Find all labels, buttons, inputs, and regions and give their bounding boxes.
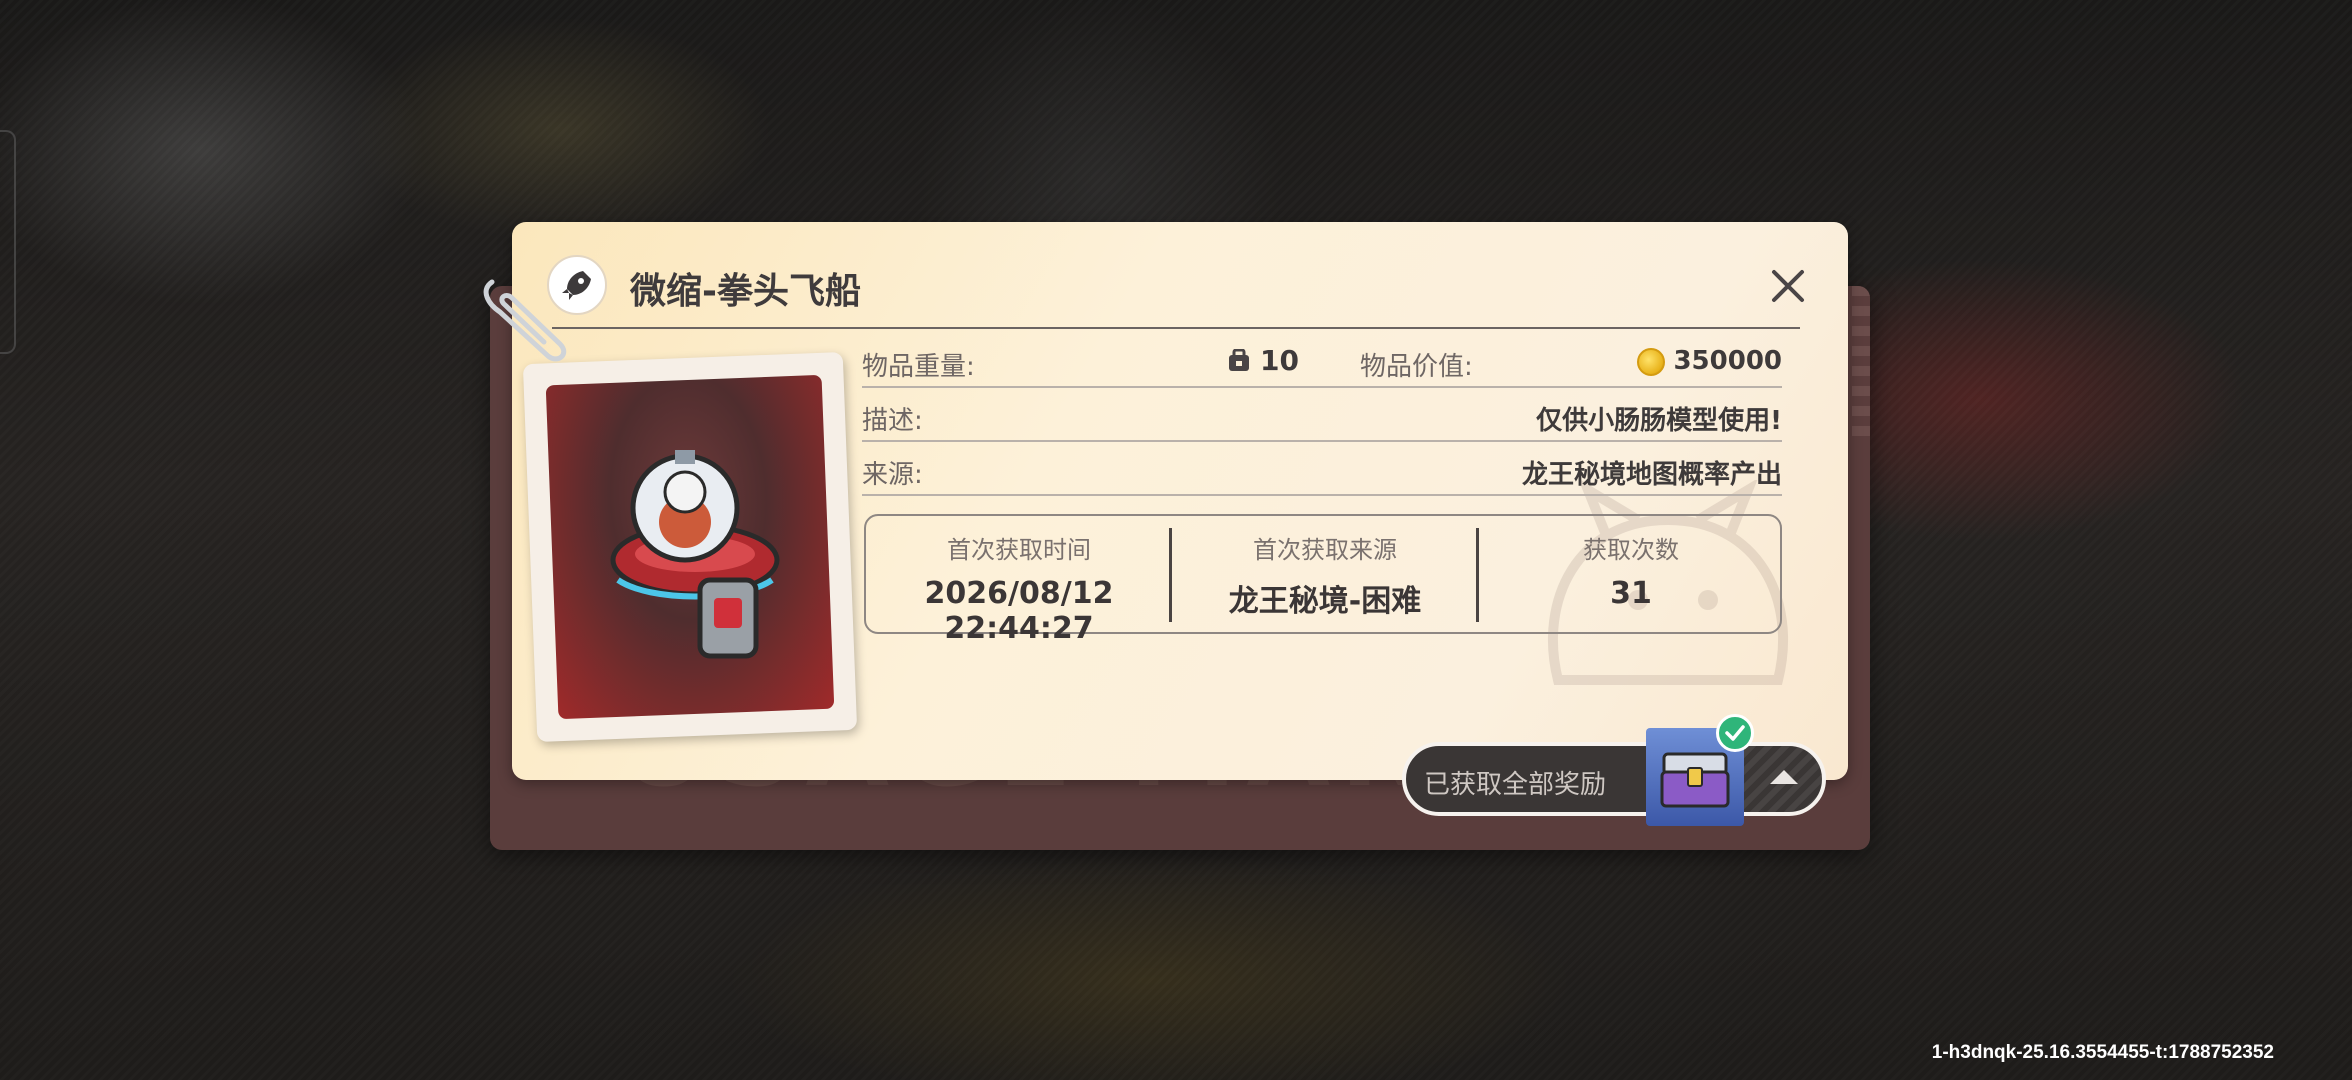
acquisition-stats-box: 首次获取时间 2026/08/12 22:44:27 首次获取来源 龙王秘境-困… <box>864 514 1784 646</box>
first-time-value: 2026/08/12 22:44:27 <box>924 576 1114 646</box>
mini-fist-spaceship-image <box>600 430 790 670</box>
coin-icon <box>1637 347 1666 376</box>
description-label: 描述: <box>862 406 923 436</box>
first-source-label: 首次获取来源 <box>1253 536 1397 564</box>
weight-number: 10 <box>1260 344 1299 377</box>
acquired-count: 获取次数 31 <box>1478 516 1784 632</box>
side-tab-edge <box>0 130 16 354</box>
value-amount: 350000 <box>1673 346 1782 376</box>
count-value: 31 <box>1610 576 1652 611</box>
paper-clip-decoration <box>478 272 568 368</box>
reward-status-button[interactable]: 已获取全部奖励 <box>1402 742 1826 816</box>
value-label: 物品价值: <box>1360 352 1473 382</box>
weight-value-row: 物品重量: 10 物品价值: 350000 <box>862 336 1782 388</box>
claimed-check-icon <box>1716 714 1754 752</box>
item-title: 微缩-拳头飞船 <box>630 271 861 312</box>
build-version-text: 1-h3dnqk-25.16.3554455-t:1788752352 <box>1931 1042 2274 1063</box>
reward-status-label: 已获取全部奖励 <box>1424 770 1607 800</box>
first-source-value: 龙王秘境-困难 <box>1228 584 1422 619</box>
back-card-notch <box>1852 286 1870 446</box>
first-acquired-source: 首次获取来源 龙王秘境-困难 <box>1172 516 1478 632</box>
source-row: 来源: 龙王秘境地图概率产出 <box>862 444 1782 496</box>
source-value: 龙王秘境地图概率产出 <box>1521 460 1782 490</box>
first-acquired-time: 首次获取时间 2026/08/12 22:44:27 <box>866 516 1172 646</box>
source-label: 来源: <box>862 460 923 490</box>
title-divider <box>552 327 1800 329</box>
weight-icon <box>1229 348 1249 371</box>
count-label: 获取次数 <box>1583 536 1679 564</box>
weight-label: 物品重量: <box>862 352 975 382</box>
description-value: 仅供小肠肠模型使用! <box>1536 406 1782 436</box>
expand-up-icon[interactable] <box>1770 770 1798 784</box>
weight-value: 10 <box>1226 344 1299 377</box>
close-button[interactable] <box>1766 264 1810 308</box>
first-time-label: 首次获取时间 <box>947 536 1091 564</box>
description-row: 描述: 仅供小肠肠模型使用! <box>862 390 1782 442</box>
close-icon <box>1772 270 1804 302</box>
item-value: 350000 <box>1637 346 1782 376</box>
